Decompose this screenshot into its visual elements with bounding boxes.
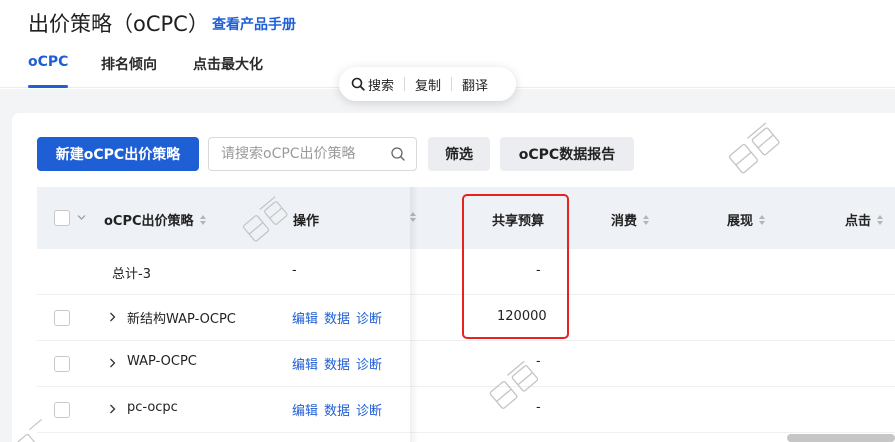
toolbar-translate-label: 翻译 xyxy=(462,78,489,94)
tab-ocpc[interactable]: oCPC xyxy=(28,54,68,70)
diagnose-link[interactable]: 诊断 xyxy=(356,312,382,327)
column-header-actions: 操作 xyxy=(293,210,319,229)
column-header-clicks[interactable]: 点击 xyxy=(845,210,884,229)
edit-link[interactable]: 编辑 xyxy=(292,312,318,327)
search-icon[interactable] xyxy=(390,146,406,162)
search-icon xyxy=(351,77,365,91)
chevron-right-icon[interactable] xyxy=(109,312,116,322)
column-header-strategy[interactable]: oCPC出价策略 xyxy=(104,210,206,229)
new-strategy-button[interactable]: 新建oCPC出价策略 xyxy=(37,137,199,171)
column-header-clicks-label: 点击 xyxy=(845,214,872,229)
sort-icon[interactable] xyxy=(199,214,206,225)
filter-button[interactable]: 筛选 xyxy=(428,137,490,171)
strategy-search-input[interactable] xyxy=(209,138,381,170)
strategy-name[interactable]: WAP-OCPC xyxy=(127,354,197,369)
toolbar-search-button[interactable]: 搜索 xyxy=(351,75,394,94)
product-manual-link[interactable]: 查看产品手册 xyxy=(212,14,296,34)
sort-icon[interactable] xyxy=(877,214,884,225)
table-row: WAP-OCPC 编辑 数据 诊断 - xyxy=(37,341,895,387)
column-header-impressions[interactable]: 展现 xyxy=(727,210,766,229)
data-link[interactable]: 数据 xyxy=(324,358,350,373)
shared-budget-highlight-box xyxy=(462,194,569,339)
column-header-cost-label: 消费 xyxy=(611,214,638,229)
shared-budget-value: - xyxy=(536,400,541,415)
data-link[interactable]: 数据 xyxy=(324,312,350,327)
sort-icon[interactable] xyxy=(643,214,650,225)
toolbar-copy-button[interactable]: 复制 xyxy=(415,75,441,94)
chevron-right-icon[interactable] xyxy=(109,404,116,414)
toolbar-divider xyxy=(404,77,406,91)
active-tab-indicator xyxy=(28,85,68,88)
column-header-impressions-label: 展现 xyxy=(727,214,754,229)
toolbar-copy-label: 复制 xyxy=(415,78,442,94)
chevron-right-icon[interactable] xyxy=(109,358,116,368)
toolbar-search-label: 搜索 xyxy=(368,78,395,94)
shared-budget-value: - xyxy=(536,354,541,369)
strategy-search-box xyxy=(208,137,417,171)
strategy-name[interactable]: pc-ocpc xyxy=(127,400,178,415)
diagnose-link[interactable]: 诊断 xyxy=(356,404,382,419)
select-all-checkbox[interactable] xyxy=(54,210,70,226)
row-checkbox[interactable] xyxy=(54,310,70,326)
toolbar-translate-button[interactable]: 翻译 xyxy=(462,75,488,94)
edit-link[interactable]: 编辑 xyxy=(292,404,318,419)
sort-icon[interactable] xyxy=(759,214,766,225)
diagnose-link[interactable]: 诊断 xyxy=(356,358,382,373)
row-checkbox[interactable] xyxy=(54,356,70,372)
toolbar-divider xyxy=(451,77,453,91)
tab-rank-preference[interactable]: 排名倾向 xyxy=(101,54,157,74)
tab-click-maximize[interactable]: 点击最大化 xyxy=(193,54,263,74)
selection-toolbar: 搜索 复制 翻译 xyxy=(339,67,516,101)
strategy-name[interactable]: 新结构WAP-OCPC xyxy=(127,308,236,327)
row-actions: 编辑 数据 诊断 xyxy=(292,354,388,373)
chevron-down-icon[interactable] xyxy=(77,214,86,221)
ocpc-report-button[interactable]: oCPC数据报告 xyxy=(500,137,634,171)
row-checkbox[interactable] xyxy=(54,402,70,418)
edit-link[interactable]: 编辑 xyxy=(292,358,318,373)
summary-actions: - xyxy=(292,263,297,278)
page-title: 出价策略（oCPC） xyxy=(28,12,209,36)
data-link[interactable]: 数据 xyxy=(324,404,350,419)
summary-name: 总计-3 xyxy=(112,267,151,282)
column-header-strategy-label: oCPC出价策略 xyxy=(104,214,194,229)
row-actions: 编辑 数据 诊断 xyxy=(292,400,388,419)
row-actions: 编辑 数据 诊断 xyxy=(292,308,388,327)
column-header-cost[interactable]: 消费 xyxy=(611,210,650,229)
table-row: pc-ocpc 编辑 数据 诊断 - xyxy=(37,387,895,433)
fixed-column-shadow xyxy=(410,187,418,442)
horizontal-scrollbar[interactable] xyxy=(787,434,895,442)
column-header-actions-label: 操作 xyxy=(293,214,320,229)
